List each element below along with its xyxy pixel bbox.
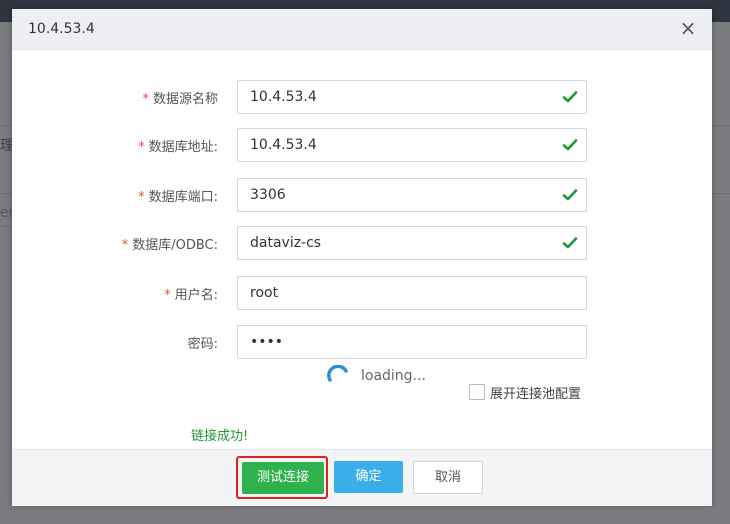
form-row-password: 密码: •••• bbox=[12, 325, 712, 359]
required-mark: * bbox=[164, 288, 171, 303]
cancel-button[interactable]: 取消 bbox=[413, 461, 483, 494]
password-label: 密码: bbox=[188, 333, 218, 352]
required-mark: * bbox=[121, 238, 129, 253]
db-address-value: 10.4.53.4 bbox=[250, 137, 317, 153]
db-address-label-text: 数据库地址: bbox=[148, 140, 218, 155]
pool-config-checkbox[interactable] bbox=[469, 384, 485, 400]
username-label: * 用户名: bbox=[164, 284, 218, 303]
connection-status-message: 链接成功! bbox=[191, 429, 249, 444]
required-mark: * bbox=[142, 92, 149, 107]
username-label-text: 用户名: bbox=[174, 288, 218, 303]
db-address-input[interactable]: 10.4.53.4 bbox=[237, 128, 587, 162]
password-label-text: 密码: bbox=[187, 337, 218, 352]
db-odbc-label: * 数据库/ODBC: bbox=[122, 234, 218, 253]
form-row-datasource-name: * 数据源名称 10.4.53.4 bbox=[12, 80, 712, 114]
background-divider bbox=[0, 226, 12, 227]
db-address-label: * 数据库地址: bbox=[138, 136, 218, 155]
datasource-name-label: * 数据源名称 bbox=[142, 88, 218, 107]
dialog-title: 10.4.53.4 bbox=[28, 21, 95, 37]
close-icon[interactable]: × bbox=[678, 18, 698, 38]
datasource-dialog: 10.4.53.4 × * 数据源名称 10.4.53.4 * 数据库地址: 10.4.5… bbox=[12, 9, 712, 506]
db-odbc-input[interactable]: dataviz-cs bbox=[237, 226, 587, 260]
username-input[interactable]: root bbox=[237, 276, 587, 310]
valid-check-icon bbox=[562, 139, 578, 151]
form-row-db-address: * 数据库地址: 10.4.53.4 bbox=[12, 128, 712, 162]
background-divider bbox=[0, 193, 12, 194]
background-divider bbox=[712, 193, 730, 194]
confirm-button[interactable]: 确定 bbox=[334, 461, 403, 493]
datasource-name-label-text: 数据源名称 bbox=[152, 92, 218, 107]
test-connection-button[interactable]: 测试连接 bbox=[242, 462, 324, 494]
datasource-name-value: 10.4.53.4 bbox=[250, 89, 317, 105]
valid-check-icon bbox=[562, 91, 578, 103]
dialog-header: 10.4.53.4 × bbox=[12, 9, 712, 50]
datasource-name-input[interactable]: 10.4.53.4 bbox=[237, 80, 587, 114]
username-value: root bbox=[250, 285, 279, 301]
form-row-db-port: * 数据库端口: 3306 bbox=[12, 178, 712, 212]
db-port-label: * 数据库端口: bbox=[138, 186, 218, 205]
db-odbc-label-text: 数据库/ODBC: bbox=[132, 238, 218, 253]
password-value: •••• bbox=[250, 334, 284, 350]
form-row-db-odbc: * 数据库/ODBC: dataviz-cs bbox=[12, 226, 712, 260]
loading-text: loading... bbox=[361, 368, 426, 384]
required-mark: * bbox=[138, 190, 145, 205]
db-port-value: 3306 bbox=[250, 187, 286, 203]
background-divider bbox=[0, 125, 12, 126]
loading-spinner-icon bbox=[327, 365, 348, 382]
valid-check-icon bbox=[562, 237, 578, 249]
pool-config-label[interactable]: 展开连接池配置 bbox=[490, 383, 581, 402]
db-port-input[interactable]: 3306 bbox=[237, 178, 587, 212]
valid-check-icon bbox=[562, 189, 578, 201]
db-port-label-text: 数据库端口: bbox=[148, 190, 218, 205]
required-mark: * bbox=[138, 140, 145, 155]
background-divider bbox=[712, 125, 730, 126]
db-odbc-value: dataviz-cs bbox=[250, 235, 322, 251]
form-row-username: * 用户名: root bbox=[12, 276, 712, 310]
password-input[interactable]: •••• bbox=[237, 325, 587, 359]
